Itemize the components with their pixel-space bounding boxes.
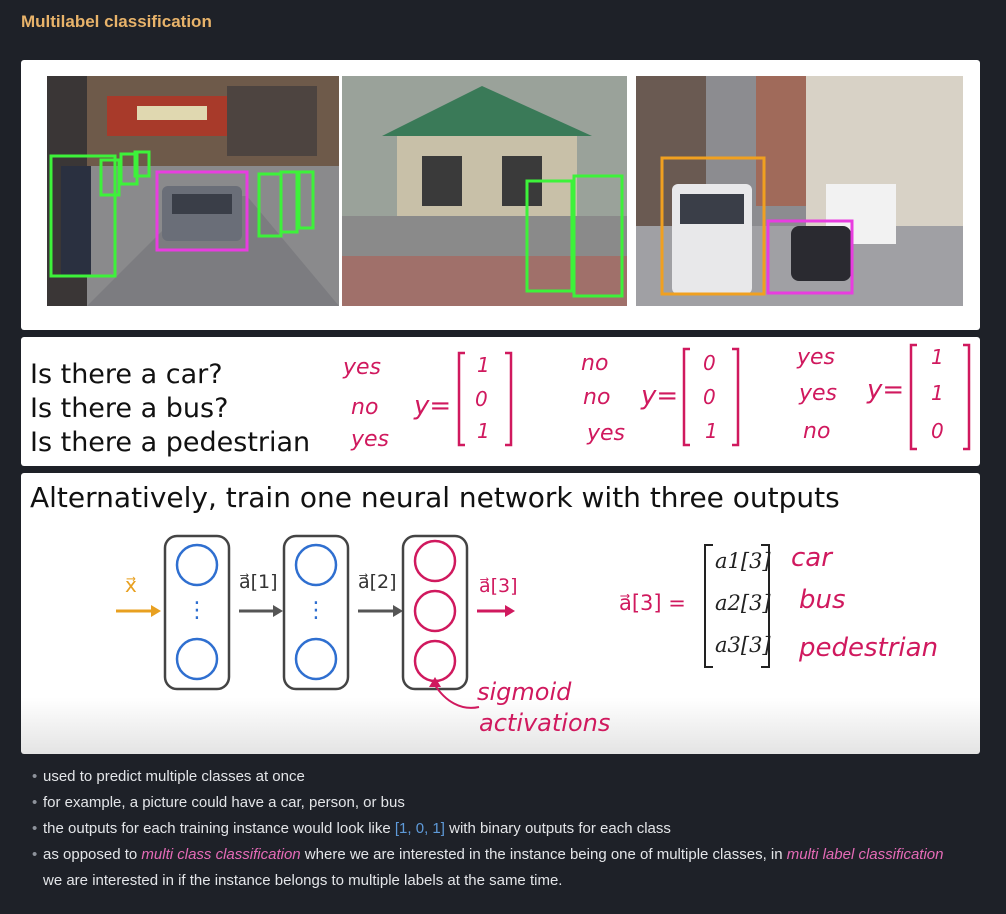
list-item: as opposed to multi class classification… xyxy=(32,842,953,894)
vector-col1-2: 1 xyxy=(477,419,490,443)
output-label-pedestrian: pedestrian xyxy=(799,633,939,663)
layer-2-node xyxy=(294,543,338,587)
a3-bracket-left xyxy=(704,544,713,668)
a3-label: a⃗[3] xyxy=(479,575,518,597)
notes-list: used to predict multiple classes at once… xyxy=(32,764,953,894)
answer-col1-pedestrian: yes xyxy=(351,427,390,452)
street-photo-2 xyxy=(342,76,627,306)
network-panel: Alternatively, train one neural network … xyxy=(21,473,980,754)
answer-col3-pedestrian: no xyxy=(803,419,831,444)
street-photo-3 xyxy=(636,76,963,306)
answer-col1-car: yes xyxy=(343,355,382,380)
vector-col3-1: 1 xyxy=(931,381,944,405)
list-item: the outputs for each training instance w… xyxy=(32,816,953,842)
y-label-col2: y= xyxy=(641,381,679,411)
output-node-car xyxy=(413,539,457,583)
layer-1-node xyxy=(175,543,219,587)
layer-1-node xyxy=(175,637,219,681)
street-images-panel xyxy=(21,60,980,330)
answer-col2-car: no xyxy=(581,351,609,376)
vector-col2-2: 1 xyxy=(705,419,718,443)
activations-label: activations xyxy=(479,709,611,737)
a3-entry-3: a3[3] xyxy=(715,633,771,657)
vector-col1-0: 1 xyxy=(477,353,490,377)
layer-1-ellipsis: ⋮ xyxy=(186,598,208,623)
a3-vector-lhs: a⃗[3] = xyxy=(619,591,686,615)
vector-col2-1: 0 xyxy=(703,385,716,409)
output-node-pedestrian xyxy=(413,639,457,683)
question-pedestrian: Is there a pedestrian xyxy=(30,427,311,458)
layer-3-box xyxy=(401,534,469,691)
question-bus: Is there a bus? xyxy=(30,393,229,424)
output-node-bus xyxy=(413,589,457,633)
answer-col2-bus: no xyxy=(583,385,611,410)
vector-col3-2: 0 xyxy=(931,419,944,443)
vector-col2-0: 0 xyxy=(703,351,716,375)
vector-col1-1: 0 xyxy=(475,387,488,411)
layer-2-ellipsis: ⋮ xyxy=(305,598,327,623)
y-label-col3: y= xyxy=(867,375,905,405)
answer-col2-pedestrian: yes xyxy=(587,421,626,446)
y-label-col1: y= xyxy=(414,391,452,421)
inline-code: [1, 0, 1] xyxy=(394,820,445,837)
street-photo-1 xyxy=(47,76,339,306)
emphasis-multi-class: multi class classification xyxy=(141,846,301,863)
list-item: used to predict multiple classes at once xyxy=(32,764,953,790)
a3-entry-1: a1[3] xyxy=(715,549,771,573)
emphasis-multi-label: multi label classification xyxy=(786,846,944,863)
output-label-car: car xyxy=(791,543,832,573)
list-item: for example, a picture could have a car,… xyxy=(32,790,953,816)
layer-2-node xyxy=(294,637,338,681)
a3-entry-2: a2[3] xyxy=(715,591,771,615)
answer-col1-bus: no xyxy=(351,395,379,420)
question-panel: Is there a car? Is there a bus? Is there… xyxy=(21,337,980,466)
input-x-label: x⃗ xyxy=(125,573,137,597)
answer-col3-bus: yes xyxy=(799,381,838,406)
vector-col3-0: 1 xyxy=(931,345,944,369)
output-label-bus: bus xyxy=(799,585,846,615)
page-title: Multilabel classification xyxy=(21,12,212,31)
question-car: Is there a car? xyxy=(30,359,223,390)
answer-col3-car: yes xyxy=(797,345,836,370)
sigmoid-label: sigmoid xyxy=(477,678,572,706)
a1-label: a⃗[1] xyxy=(239,571,278,593)
a2-label: a⃗[2] xyxy=(358,571,397,593)
